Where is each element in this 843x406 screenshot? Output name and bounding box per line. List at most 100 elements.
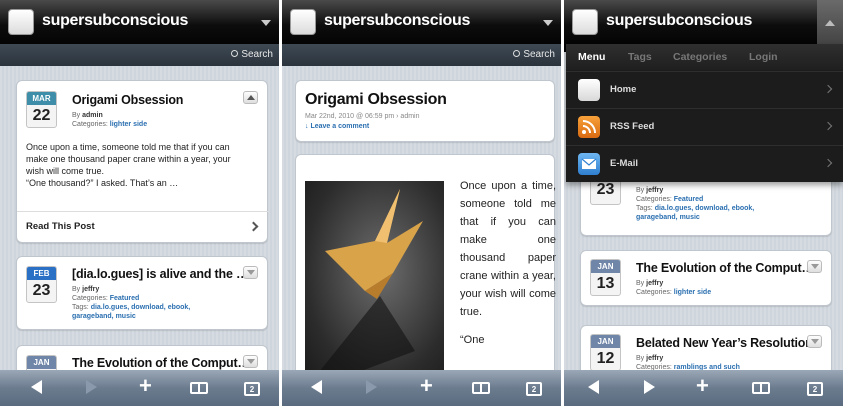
post-title[interactable]: The Evolution of the Comput… (72, 356, 250, 370)
back-icon[interactable] (588, 380, 599, 394)
post-title[interactable]: [dia.lo.gues] is alive and the … (72, 267, 248, 281)
author-prefix: By (72, 112, 81, 119)
forward-icon[interactable] (644, 380, 655, 394)
post-card[interactable]: JAN 13 The Evolution of the Comput… By j… (580, 250, 832, 306)
site-logo-icon[interactable] (290, 9, 316, 35)
category-link[interactable]: lighter side (674, 289, 711, 296)
post-excerpt: Once upon a time, someone told me that i… (26, 141, 271, 189)
site-title[interactable]: supersubconscious (324, 12, 470, 30)
tag-links[interactable]: dia.lo.gues, download, ebook, (655, 205, 755, 212)
collapse-button[interactable] (243, 91, 258, 104)
forward-icon[interactable] (86, 380, 97, 394)
site-title[interactable]: supersubconscious (606, 12, 752, 30)
author-prefix: By (636, 355, 645, 362)
menu-toggle-icon[interactable] (261, 20, 271, 26)
bookmarks-icon[interactable] (472, 382, 490, 394)
category-link[interactable]: Featured (110, 295, 140, 302)
date-month: JAN (591, 335, 620, 348)
search-bar: Search (0, 44, 279, 66)
search-button[interactable]: Search (513, 49, 555, 60)
excerpt-line: “One thousand?” I asked. That’s an … (26, 178, 179, 188)
date-badge: JAN 12 (590, 334, 621, 371)
back-icon[interactable] (31, 380, 42, 394)
menu-item-label: RSS Feed (610, 121, 655, 132)
site-title[interactable]: supersubconscious (42, 12, 188, 30)
site-logo-icon[interactable] (8, 9, 34, 35)
menu-close-button[interactable] (817, 0, 843, 44)
post-author: jeffry (82, 286, 100, 293)
menu-item-rss[interactable]: RSS Feed (566, 108, 843, 145)
body-paragraph: Once upon a time, someone told me that i… (460, 180, 556, 318)
menu-item-email[interactable]: E-Mail (566, 145, 843, 182)
menu-toggle-icon[interactable] (543, 20, 553, 26)
leave-comment-link[interactable]: ↓ Leave a comment (305, 123, 369, 130)
chevron-up-icon (247, 95, 255, 100)
search-bar: Search (282, 44, 561, 66)
add-bookmark-icon[interactable]: + (139, 373, 152, 399)
chevron-down-icon (811, 339, 819, 344)
site-logo-icon[interactable] (572, 9, 598, 35)
post-title[interactable]: The Evolution of the Comput… (636, 261, 814, 275)
tag-links[interactable]: dia.lo.gues, download, ebook, (91, 304, 191, 311)
tag-links[interactable]: garageband, music (636, 214, 700, 221)
chevron-right-icon (823, 84, 833, 94)
read-post-button[interactable]: Read This Post (17, 211, 269, 241)
browser-toolbar: + 2 (282, 370, 561, 406)
menu-item-home[interactable]: Home (566, 71, 843, 108)
add-bookmark-icon[interactable]: + (696, 373, 709, 399)
tab-menu[interactable]: Menu (578, 51, 605, 63)
bookmarks-icon[interactable] (190, 382, 208, 394)
author-prefix: By (72, 286, 81, 293)
post-body-card: Once upon a time, someone told me that i… (295, 154, 556, 394)
forward-icon[interactable] (366, 380, 377, 394)
post-card[interactable]: MAR 22 Origami Obsession By admin Catego… (16, 80, 271, 243)
panel-single-post: supersubconscious Search Origami Obsessi… (282, 0, 561, 406)
chevron-right-icon (823, 121, 833, 131)
chevron-right-icon (823, 158, 833, 168)
post-author: jeffry (646, 355, 664, 362)
date-badge: MAR 22 (26, 91, 57, 128)
tab-login[interactable]: Login (749, 51, 778, 63)
post-meta: Mar 22nd, 2010 @ 06:59 pm › admin (305, 113, 420, 120)
post-card[interactable]: FEB 23 [dia.lo.gues] is alive and the … … (16, 256, 268, 330)
search-icon (513, 50, 521, 57)
pages-icon[interactable]: 2 (526, 382, 542, 396)
expand-button[interactable] (243, 266, 258, 279)
date-day: 23 (32, 282, 51, 299)
add-bookmark-icon[interactable]: + (420, 373, 433, 399)
mail-icon (578, 153, 600, 175)
rss-glyph (582, 120, 596, 134)
search-icon (231, 50, 239, 57)
read-post-label: Read This Post (26, 221, 95, 232)
body-paragraph: “One (460, 334, 485, 346)
chevron-down-icon (811, 264, 819, 269)
menu-item-label: Home (610, 84, 637, 95)
post-meta: By jeffry Categories: Featured Tags: dia… (636, 186, 754, 222)
home-icon (578, 79, 600, 101)
tab-tags[interactable]: Tags (628, 51, 652, 63)
expand-button[interactable] (807, 335, 822, 348)
excerpt-line: make one thousand paper crane within a y… (26, 154, 231, 164)
expand-button[interactable] (243, 355, 258, 368)
categories-prefix: Categories: (636, 196, 672, 203)
post-title[interactable]: Origami Obsession (72, 93, 183, 107)
back-icon[interactable] (311, 380, 322, 394)
excerpt-line: wish will come true. (26, 166, 105, 176)
bookmarks-icon[interactable] (752, 382, 770, 394)
pages-icon[interactable]: 2 (244, 382, 260, 396)
date-badge: FEB 23 (26, 266, 57, 303)
tab-categories[interactable]: Categories (673, 51, 727, 63)
pages-icon[interactable]: 2 (807, 382, 823, 396)
chevron-down-icon (247, 359, 255, 364)
category-link[interactable]: Featured (674, 196, 704, 203)
crane-illustration (315, 189, 423, 377)
origami-crane-photo (305, 181, 444, 377)
date-month: JAN (591, 260, 620, 273)
tag-links[interactable]: garageband, music (72, 313, 136, 320)
category-link[interactable]: lighter side (110, 121, 147, 128)
search-button[interactable]: Search (231, 49, 273, 60)
post-title: Origami Obsession (305, 91, 447, 108)
expand-button[interactable] (807, 260, 822, 273)
author-prefix: By (636, 187, 645, 194)
post-title[interactable]: Belated New Year’s Resolution (636, 336, 813, 350)
